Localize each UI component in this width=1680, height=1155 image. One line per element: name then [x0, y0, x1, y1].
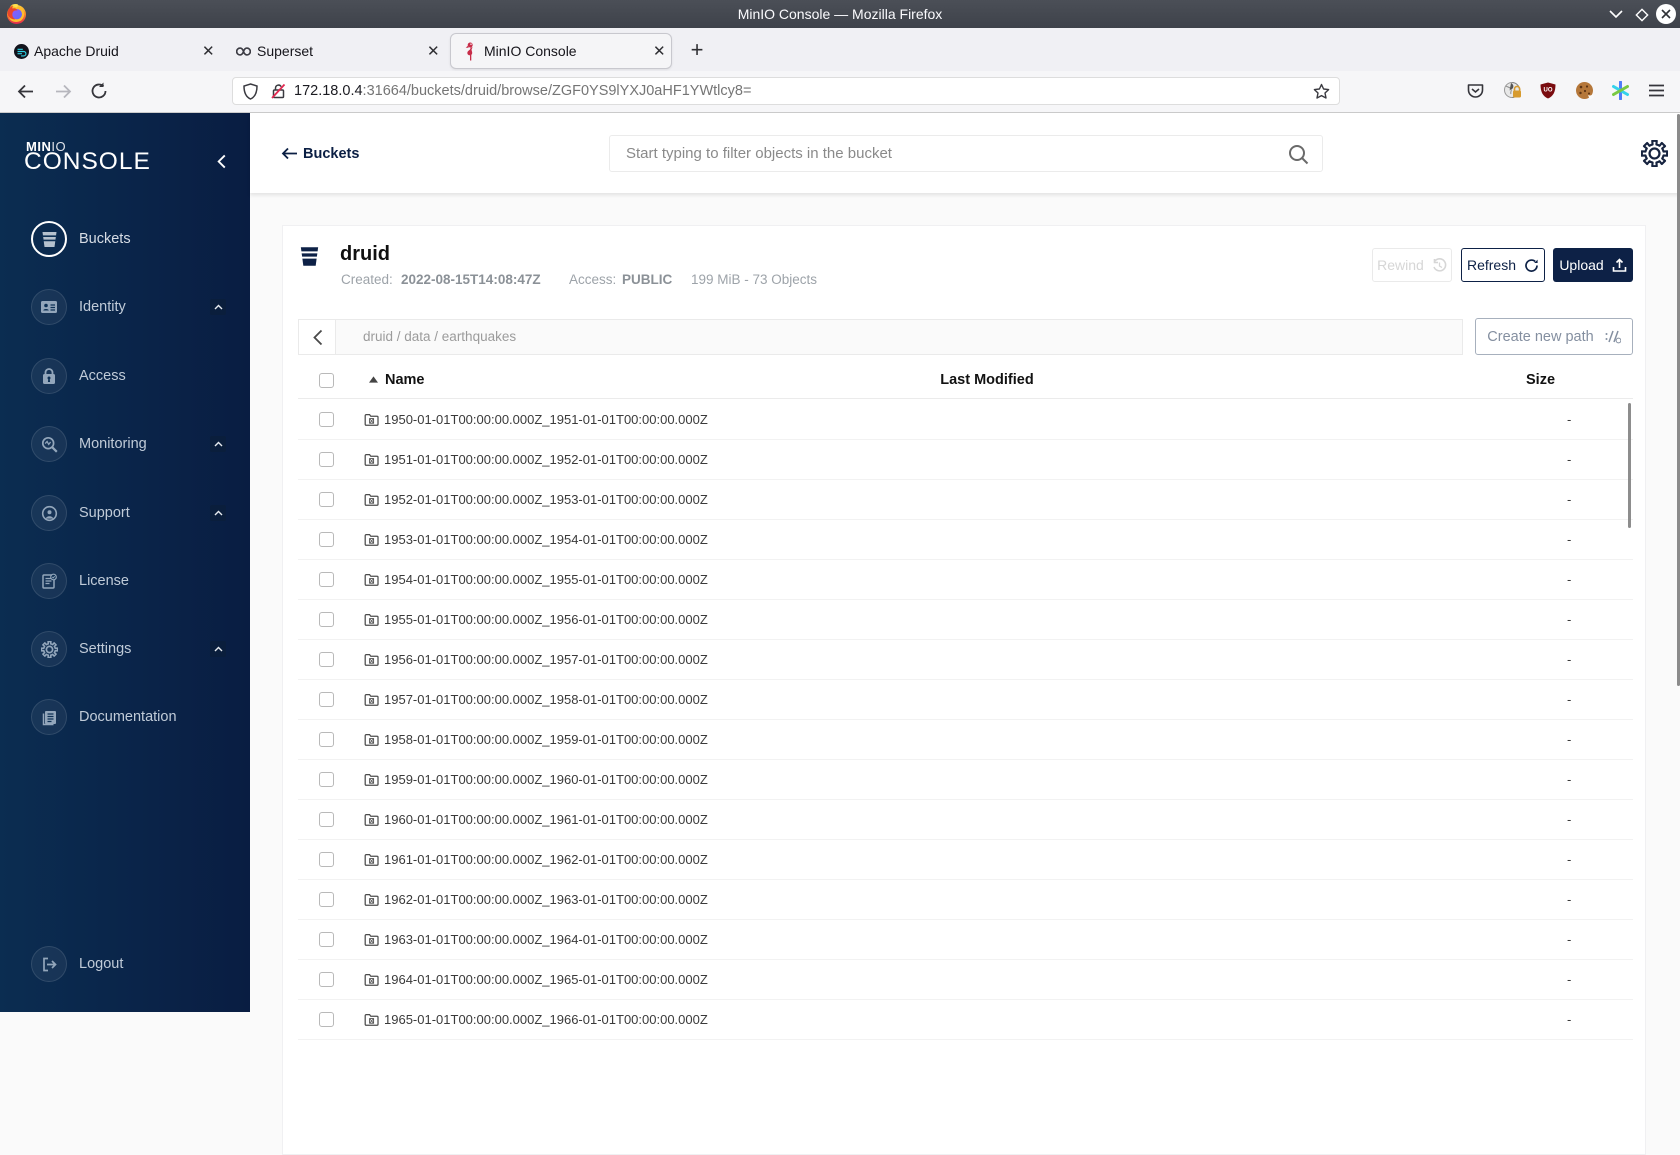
svg-text:UO: UO [1544, 88, 1553, 94]
